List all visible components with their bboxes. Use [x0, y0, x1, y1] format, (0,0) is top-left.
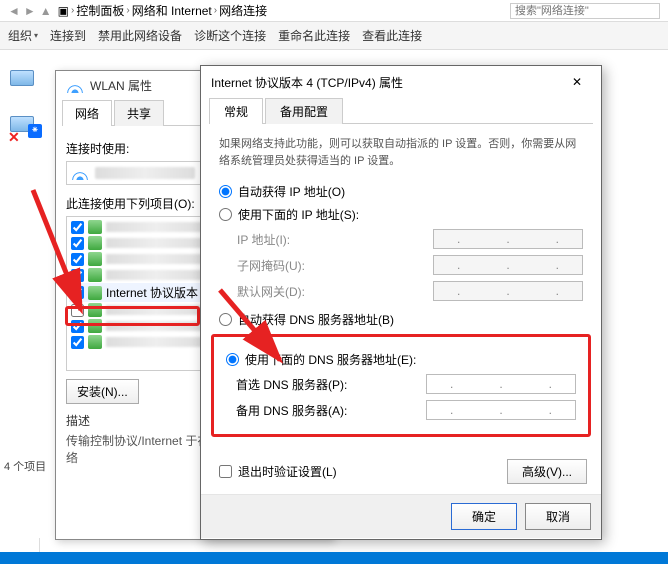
- tab-general[interactable]: 常规: [209, 98, 263, 124]
- auto-dns-radio[interactable]: [219, 313, 232, 326]
- pref-dns-input[interactable]: ...: [426, 374, 576, 394]
- component-icon: [88, 319, 102, 333]
- component-icon: [88, 303, 102, 317]
- cancel-button[interactable]: 取消: [525, 503, 591, 530]
- wifi-icon: [71, 166, 89, 180]
- item-checkbox[interactable]: [71, 237, 84, 250]
- ip-address-label: IP 地址(I):: [237, 231, 290, 248]
- item-checkbox[interactable]: [71, 304, 84, 317]
- tab-share[interactable]: 共享: [114, 100, 164, 126]
- toolbar-connect[interactable]: 连接到: [50, 27, 86, 44]
- item-checkbox[interactable]: [71, 320, 84, 333]
- breadcrumb-bar: ◄►▲ ▣ › 控制面板 › 网络和 Internet › 网络连接: [0, 0, 668, 22]
- gateway-input: ...: [433, 281, 583, 301]
- validate-checkbox-row[interactable]: 退出时验证设置(L): [219, 463, 337, 480]
- toolbar: 组织▾ 连接到 禁用此网络设备 诊断这个连接 重命名此连接 查看此连接: [0, 22, 668, 50]
- pref-dns-label: 首选 DNS 服务器(P):: [236, 376, 347, 393]
- wifi-icon: [66, 79, 84, 93]
- search-input[interactable]: [510, 3, 660, 19]
- auto-ip-radio-row[interactable]: 自动获得 IP 地址(O): [219, 183, 583, 200]
- use-ip-radio-row[interactable]: 使用下面的 IP 地址(S):: [219, 206, 583, 223]
- item-checkbox[interactable]: [71, 286, 84, 299]
- auto-dns-radio-row[interactable]: 自动获得 DNS 服务器地址(B): [219, 311, 583, 328]
- folder-icon: ▣: [58, 4, 69, 18]
- ipv4-description: 如果网络支持此功能，则可以获取自动指派的 IP 设置。否则，你需要从网络系统管理…: [219, 136, 583, 169]
- gateway-label: 默认网关(D):: [237, 283, 305, 300]
- tab-network[interactable]: 网络: [62, 100, 112, 126]
- toolbar-view-status[interactable]: 查看此连接: [362, 27, 422, 44]
- bluetooth-icon: ⁕: [28, 124, 42, 138]
- use-dns-label: 使用下面的 DNS 服务器地址(E):: [245, 351, 416, 368]
- advanced-button[interactable]: 高级(V)...: [507, 459, 587, 484]
- toolbar-disable[interactable]: 禁用此网络设备: [98, 27, 182, 44]
- items-count-label: 4 个项目: [4, 458, 46, 474]
- ipv4-label: Internet 协议版本 4 (: [106, 284, 215, 301]
- adapter-name-redacted: [95, 167, 195, 179]
- component-icon: [88, 286, 102, 300]
- ok-button[interactable]: 确定: [451, 503, 517, 530]
- component-icon: [88, 252, 102, 266]
- ip-address-input: ...: [433, 229, 583, 249]
- component-icon: [88, 220, 102, 234]
- adapter-icon[interactable]: [10, 70, 42, 98]
- toolbar-diagnose[interactable]: 诊断这个连接: [194, 27, 266, 44]
- item-checkbox[interactable]: [71, 269, 84, 282]
- use-ip-label: 使用下面的 IP 地址(S):: [238, 206, 359, 223]
- install-button[interactable]: 安装(N)...: [66, 379, 139, 404]
- subnet-input: ...: [433, 255, 583, 275]
- taskbar-fragment: [0, 538, 40, 552]
- use-ip-radio[interactable]: [219, 208, 232, 221]
- auto-dns-label: 自动获得 DNS 服务器地址(B): [238, 311, 394, 328]
- validate-label: 退出时验证设置(L): [238, 463, 337, 480]
- component-icon: [88, 236, 102, 250]
- item-checkbox[interactable]: [71, 253, 84, 266]
- nav-back-forward[interactable]: ◄►▲: [8, 4, 52, 18]
- use-dns-radio[interactable]: [226, 353, 239, 366]
- component-icon: [88, 268, 102, 282]
- item-checkbox[interactable]: [71, 221, 84, 234]
- breadcrumb-seg[interactable]: 网络和 Internet: [132, 2, 212, 19]
- breadcrumb-seg[interactable]: 网络连接: [219, 2, 267, 19]
- item-checkbox[interactable]: [71, 336, 84, 349]
- breadcrumb-seg[interactable]: 控制面板: [76, 2, 124, 19]
- adapter-icons-col: ✕⁕: [10, 70, 42, 144]
- tab-alternate[interactable]: 备用配置: [265, 98, 343, 124]
- highlight-annotation-dns: 使用下面的 DNS 服务器地址(E): 首选 DNS 服务器(P):... 备用…: [211, 334, 591, 437]
- validate-checkbox[interactable]: [219, 465, 232, 478]
- alt-dns-input[interactable]: ...: [426, 400, 576, 420]
- toolbar-rename[interactable]: 重命名此连接: [278, 27, 350, 44]
- adapter-icon-disabled[interactable]: ✕⁕: [10, 116, 42, 144]
- close-button[interactable]: ✕: [563, 72, 591, 92]
- alt-dns-label: 备用 DNS 服务器(A):: [236, 402, 347, 419]
- subnet-label: 子网掩码(U):: [237, 257, 305, 274]
- toolbar-organize[interactable]: 组织▾: [8, 27, 38, 44]
- ipv4-title: Internet 协议版本 4 (TCP/IPv4) 属性: [211, 74, 403, 91]
- ipv4-properties-dialog: Internet 协议版本 4 (TCP/IPv4) 属性 ✕ 常规 备用配置 …: [200, 65, 602, 540]
- auto-ip-label: 自动获得 IP 地址(O): [238, 183, 345, 200]
- use-dns-radio-row[interactable]: 使用下面的 DNS 服务器地址(E):: [226, 351, 576, 368]
- taskbar: [0, 552, 668, 564]
- auto-ip-radio[interactable]: [219, 185, 232, 198]
- component-icon: [88, 335, 102, 349]
